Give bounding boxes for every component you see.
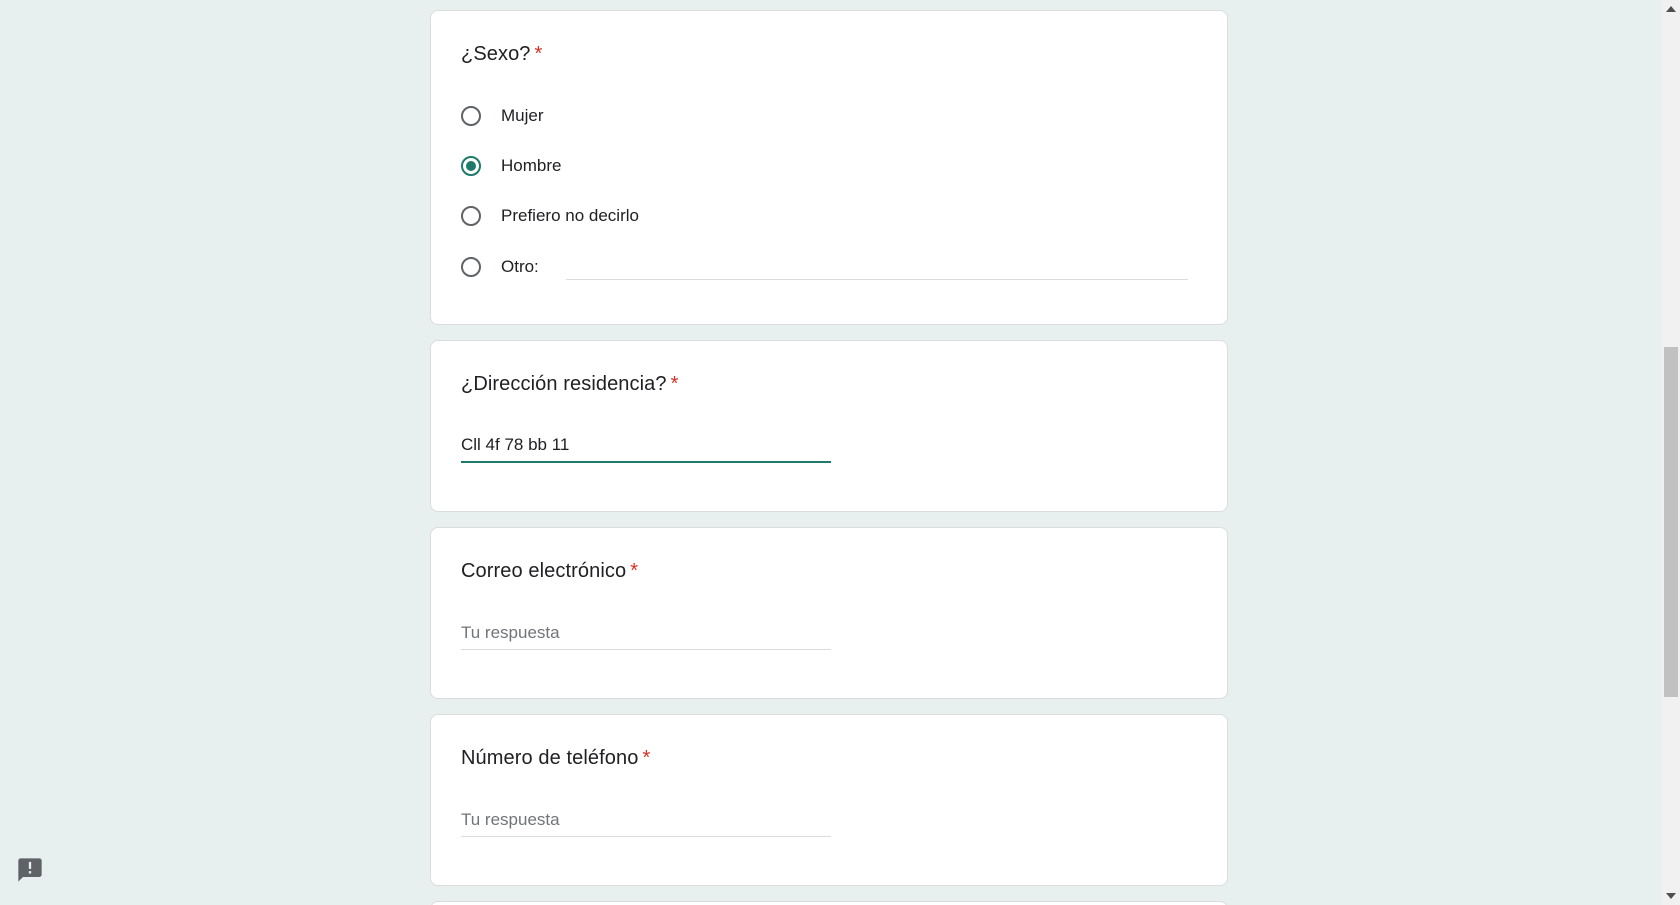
required-asterisk: * bbox=[670, 373, 679, 395]
question-title-sexo: ¿Sexo? * bbox=[461, 43, 542, 66]
question-card-next bbox=[430, 901, 1228, 905]
radio-label-otro[interactable]: Otro: bbox=[501, 257, 539, 277]
direccion-input-value[interactable]: Cll 4f 78 bb 11 bbox=[461, 435, 569, 455]
radio-button-otro[interactable] bbox=[461, 257, 481, 277]
question-card-telefono: Número de teléfono * Tu respuesta bbox=[430, 714, 1228, 886]
question-card-sexo: ¿Sexo? * Mujer Hombre Prefiero no decirlo… bbox=[430, 10, 1228, 325]
radio-option-mujer[interactable]: Mujer bbox=[461, 101, 544, 131]
question-title-telefono: Número de teléfono * bbox=[461, 747, 650, 770]
radio-button-hombre[interactable] bbox=[461, 156, 481, 176]
radio-option-otro[interactable]: Otro: bbox=[461, 252, 539, 282]
otro-text-input[interactable] bbox=[566, 279, 1188, 280]
radio-option-hombre[interactable]: Hombre bbox=[461, 151, 561, 181]
form-page: ¿Sexo? * Mujer Hombre Prefiero no decirlo… bbox=[0, 0, 1680, 905]
telefono-input[interactable]: Tu respuesta bbox=[461, 805, 831, 837]
question-card-direccion: ¿Dirección residencia? * Cll 4f 78 bb 11 bbox=[430, 340, 1228, 512]
question-title-text: Correo electrónico bbox=[461, 560, 627, 582]
question-title-text: ¿Dirección residencia? bbox=[461, 373, 667, 395]
question-card-correo: Correo electrónico * Tu respuesta bbox=[430, 527, 1228, 699]
radio-label-prefiero-no-decirlo[interactable]: Prefiero no decirlo bbox=[501, 206, 639, 226]
radio-button-mujer[interactable] bbox=[461, 106, 481, 126]
required-asterisk: * bbox=[642, 747, 651, 769]
question-title-text: ¿Sexo? bbox=[461, 43, 531, 65]
question-title-correo: Correo electrónico * bbox=[461, 560, 638, 583]
correo-input[interactable]: Tu respuesta bbox=[461, 618, 831, 650]
question-title-text: Número de teléfono bbox=[461, 747, 639, 769]
correo-input-placeholder[interactable]: Tu respuesta bbox=[461, 623, 560, 643]
question-title-direccion: ¿Dirección residencia? * bbox=[461, 373, 679, 396]
required-asterisk: * bbox=[534, 43, 543, 65]
radio-option-prefiero-no-decirlo[interactable]: Prefiero no decirlo bbox=[461, 201, 639, 231]
radio-button-prefiero-no-decirlo[interactable] bbox=[461, 206, 481, 226]
direccion-input[interactable]: Cll 4f 78 bb 11 bbox=[461, 431, 831, 463]
scrollbar-thumb[interactable] bbox=[1664, 347, 1678, 697]
scroll-up-arrow-icon[interactable] bbox=[1666, 6, 1676, 12]
report-feedback-icon[interactable] bbox=[16, 856, 44, 884]
radio-label-mujer[interactable]: Mujer bbox=[501, 106, 544, 126]
scroll-down-arrow-icon[interactable] bbox=[1666, 893, 1676, 899]
radio-label-hombre[interactable]: Hombre bbox=[501, 156, 561, 176]
telefono-input-placeholder[interactable]: Tu respuesta bbox=[461, 810, 560, 830]
required-asterisk: * bbox=[630, 560, 639, 582]
vertical-scrollbar[interactable] bbox=[1662, 0, 1680, 905]
